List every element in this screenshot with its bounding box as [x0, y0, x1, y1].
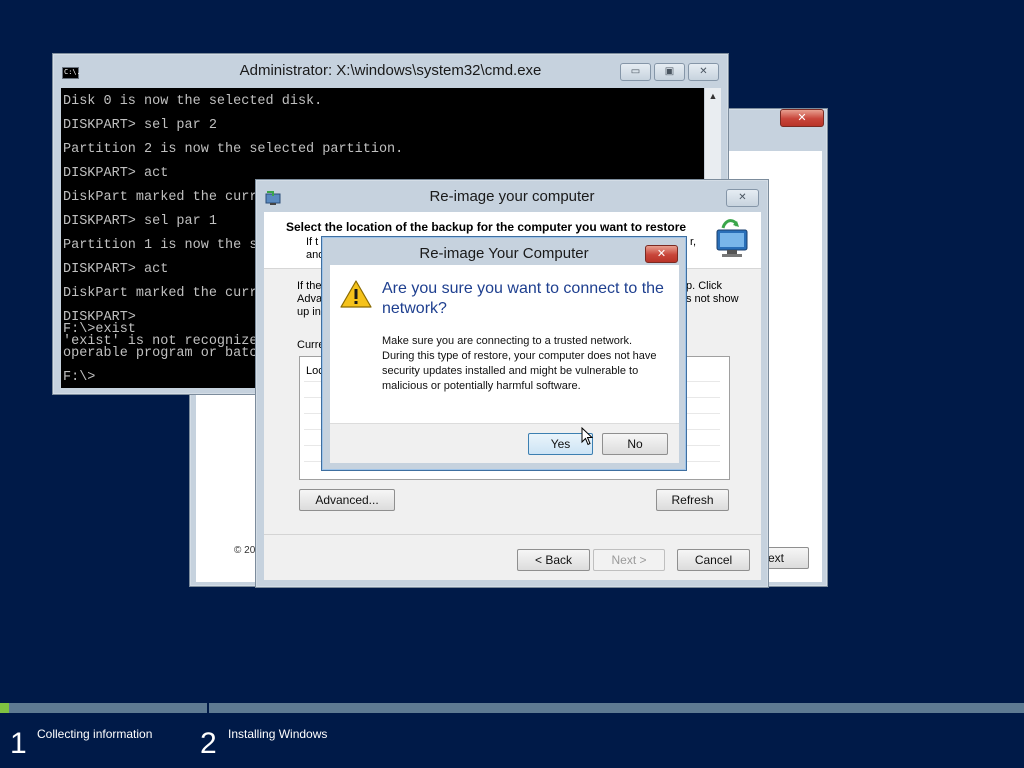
progress-segment-2 — [209, 703, 1024, 713]
console-line: DiskPart marked the curr — [63, 190, 258, 205]
console-line: DISKPART> sel par 2 — [63, 118, 217, 133]
wizard-subtext-3: r, — [690, 236, 697, 248]
wizard-close-button[interactable]: ✕ — [726, 189, 759, 207]
confirm-message: Make sure you are connecting to a truste… — [382, 335, 657, 392]
monitor-restore-icon — [709, 216, 753, 260]
no-button[interactable]: No — [602, 433, 668, 455]
console-line: DiskPart marked the curr — [63, 286, 258, 301]
wizard-body-text-5: s not show — [686, 293, 739, 305]
setup-next-label: ext — [768, 551, 785, 565]
progress-segment-1 — [0, 703, 207, 713]
wizard-heading: Select the location of the backup for th… — [286, 220, 687, 234]
minimize-button[interactable]: ▭ — [620, 63, 651, 81]
next-button[interactable]: Next > — [593, 549, 665, 571]
console-line: Partition 1 is now the se — [63, 238, 266, 253]
scroll-up-icon[interactable]: ▲ — [705, 88, 721, 104]
cancel-button[interactable]: Cancel — [677, 549, 750, 571]
step-label-1: Collecting information — [37, 727, 153, 741]
progress-done-fill — [0, 703, 9, 713]
console-line: DISKPART> act — [63, 262, 169, 277]
step-number-1: 1 — [10, 727, 27, 760]
setup-progress: 1 Collecting information 2 Installing Wi… — [0, 701, 1024, 768]
wizard-body-text-4: p. Click — [686, 280, 723, 292]
mouse-cursor-icon — [581, 426, 594, 446]
confirm-footer: Yes No — [330, 423, 679, 463]
wizard-body-text-2: Adva — [297, 293, 323, 305]
wizard-title: Re-image your computer — [429, 188, 595, 205]
console-line: Partition 2 is now the selected partitio… — [63, 142, 404, 157]
wizard-body-text-3: up in — [297, 306, 321, 318]
confirm-content: Are you sure you want to connect to the … — [330, 265, 679, 423]
console-line: Disk 0 is now the selected disk. — [63, 94, 323, 109]
warning-icon — [339, 279, 373, 309]
refresh-button[interactable]: Refresh — [656, 489, 729, 511]
setup-close-button[interactable]: ✕ — [780, 109, 824, 127]
console-line: operable program or batc — [63, 346, 258, 361]
step-label-2: Installing Windows — [228, 727, 328, 741]
maximize-button[interactable]: ▣ — [654, 63, 685, 81]
wizard-subtext-1: If t — [306, 236, 319, 248]
console-line: F:\> — [63, 370, 96, 385]
advanced-button[interactable]: Advanced... — [299, 489, 395, 511]
close-button[interactable]: ✕ — [688, 63, 719, 81]
wizard-footer-divider — [264, 534, 761, 535]
setup-copyright: © 20 — [234, 545, 256, 556]
network-confirm-dialog: Re-image Your Computer ✕ Are you sure yo… — [321, 236, 687, 471]
console-line: DISKPART> act — [63, 166, 169, 181]
step-number-2: 2 — [200, 727, 217, 760]
confirm-question: Are you sure you want to connect to the … — [382, 280, 664, 317]
wizard-body-text-1: If the — [297, 280, 322, 292]
console-line: DISKPART> sel par 1 — [63, 214, 217, 229]
confirm-close-button[interactable]: ✕ — [645, 245, 678, 263]
back-button[interactable]: < Back — [517, 549, 590, 571]
